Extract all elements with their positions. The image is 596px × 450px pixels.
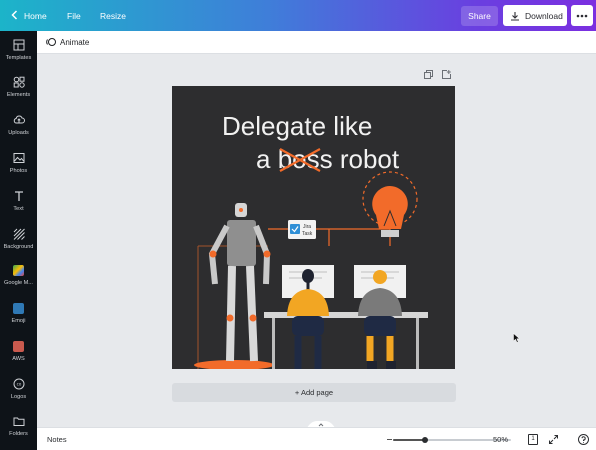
sidebar-item-label: Logos — [10, 394, 27, 400]
sidebar-item-photos[interactable]: Photos — [0, 152, 37, 174]
more-options-button[interactable] — [571, 5, 593, 26]
robot-left-leg — [226, 265, 236, 362]
zoom-slider-handle[interactable] — [422, 437, 429, 443]
mouse-cursor-icon — [513, 333, 520, 343]
sidebar: Templates Elements Uploads Photos Text B… — [0, 31, 37, 450]
duplicate-page-icon[interactable] — [424, 70, 433, 79]
download-label: Download — [525, 10, 563, 21]
robot-body — [227, 220, 256, 266]
sidebar-item-logos[interactable]: co Logos — [0, 378, 37, 400]
svg-text:co: co — [16, 382, 21, 387]
sidebar-item-label: Emoji — [11, 318, 26, 324]
add-page-button[interactable]: + Add page — [172, 383, 456, 402]
task-card-label: Jira — [303, 224, 311, 230]
sidebar-item-label: Photos — [9, 168, 28, 174]
zoom-out-icon[interactable] — [387, 439, 392, 440]
templates-icon — [13, 39, 24, 51]
robot-base — [194, 360, 274, 369]
emoji-icon — [13, 303, 24, 314]
sidebar-item-folders[interactable]: Folders — [0, 415, 37, 437]
resize-menu[interactable]: Resize — [100, 11, 126, 21]
text-icon — [14, 191, 23, 201]
sidebar-item-emoji[interactable]: Emoji — [0, 303, 37, 324]
person-1-head — [302, 269, 314, 283]
svg-text:Task: Task — [302, 231, 313, 237]
robot-right-leg — [246, 265, 258, 362]
chevron-left-icon[interactable] — [9, 9, 21, 21]
notes-button[interactable]: Notes — [47, 435, 67, 444]
share-button[interactable]: Share — [461, 6, 498, 26]
background-icon — [13, 228, 25, 240]
sidebar-item-text[interactable]: Text — [0, 190, 37, 212]
sidebar-item-label: Background — [3, 244, 34, 250]
logos-icon: co — [13, 378, 24, 390]
sidebar-item-elements[interactable]: Elements — [0, 76, 37, 98]
person-2-head — [373, 270, 387, 284]
editor-toolbar: Animate — [37, 31, 596, 54]
sidebar-item-aws[interactable]: AWS — [0, 341, 37, 362]
file-menu[interactable]: File — [67, 11, 81, 21]
sidebar-item-label: Folders — [9, 431, 28, 437]
animate-button[interactable]: Animate — [60, 38, 89, 47]
zoom-slider-fill — [393, 439, 426, 441]
download-icon — [511, 11, 519, 21]
sidebar-item-label: Text — [13, 206, 24, 212]
help-icon[interactable] — [578, 434, 589, 445]
animate-icon[interactable] — [46, 37, 56, 47]
photos-icon — [13, 153, 24, 163]
uploads-icon — [13, 115, 25, 124]
sidebar-item-label: Uploads — [8, 130, 29, 136]
design-canvas[interactable]: Delegate like a boss robot Jira Task — [172, 86, 455, 369]
sidebar-item-templates[interactable]: Templates — [0, 39, 37, 61]
sidebar-item-background[interactable]: Background — [0, 228, 37, 250]
more-dots-icon — [576, 14, 588, 17]
sidebar-item-label: Elements — [6, 92, 31, 98]
folders-icon — [13, 417, 24, 426]
sidebar-item-google-maps[interactable]: Google M... — [0, 265, 37, 286]
robot-office-illustration: Jira Task — [194, 171, 428, 369]
add-page-label: + Add page — [294, 388, 334, 397]
zoom-level[interactable]: 50% — [493, 435, 508, 444]
sidebar-item-label: AWS — [12, 356, 25, 362]
share-label: Share — [468, 11, 491, 21]
top-bar: Home File Resize Share Download — [0, 0, 596, 31]
aws-icon — [13, 341, 24, 352]
sidebar-item-uploads[interactable]: Uploads — [0, 114, 37, 136]
google-maps-icon — [13, 265, 24, 276]
sidebar-item-label: Google M... — [4, 280, 33, 286]
download-button[interactable]: Download — [503, 5, 567, 26]
add-page-icon[interactable] — [442, 70, 451, 79]
sidebar-item-label: Templates — [5, 55, 32, 61]
page-count-button[interactable]: 1 — [528, 434, 538, 445]
fullscreen-icon[interactable] — [549, 435, 558, 444]
elements-icon — [13, 76, 25, 88]
bottom-bar: Notes 50% 1 — [37, 427, 596, 450]
home-link[interactable]: Home — [24, 11, 47, 21]
